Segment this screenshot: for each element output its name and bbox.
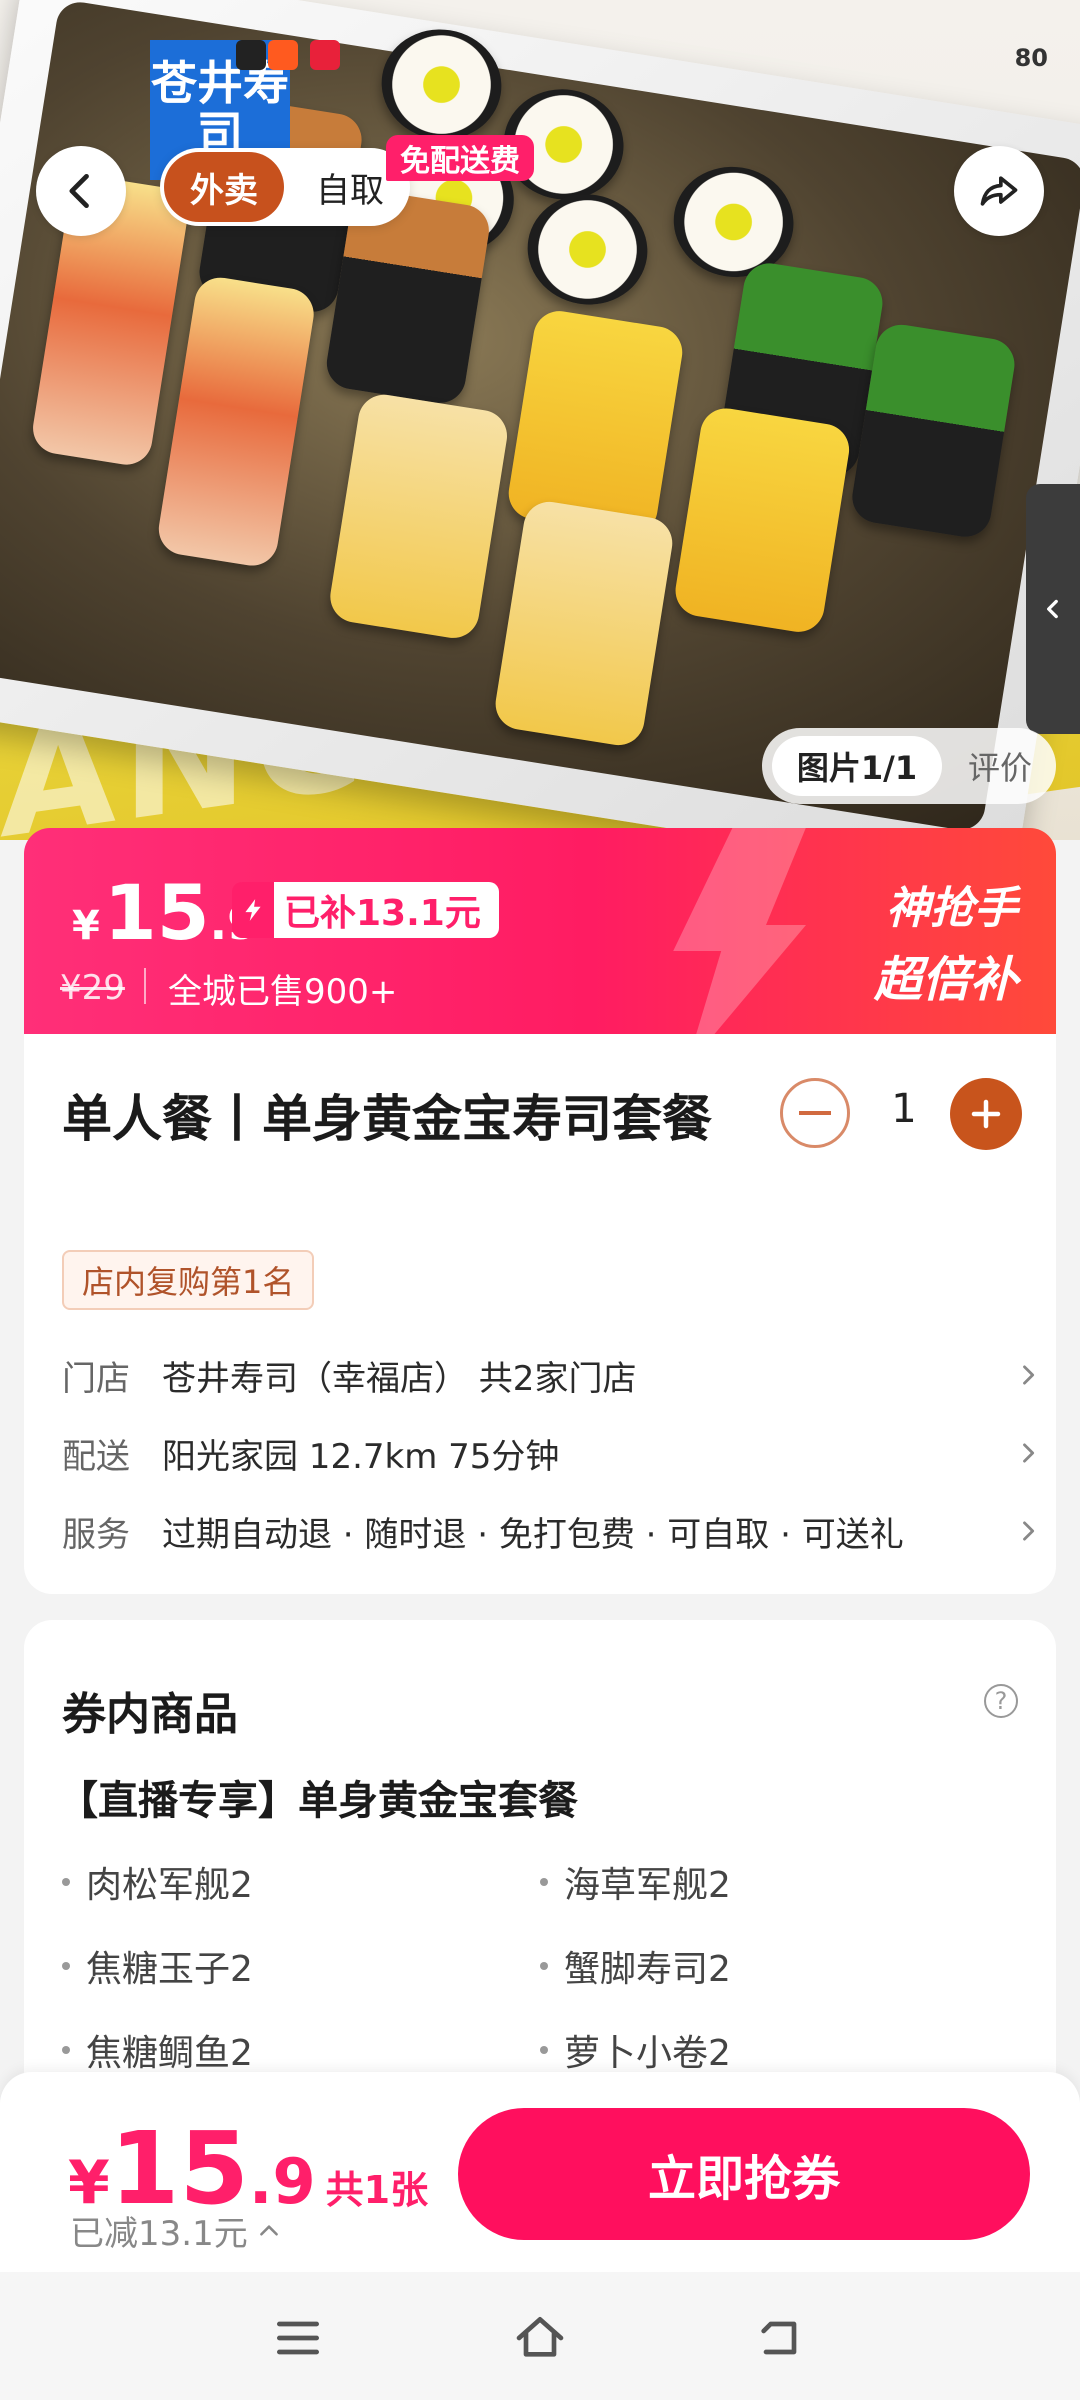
coupon-count: 共1张 (325, 2168, 429, 2212)
home-icon (516, 2317, 564, 2357)
quantity-value: 1 (891, 1086, 917, 1132)
bolt-icon (232, 882, 274, 938)
store-row[interactable]: 门店 苍井寿司（幸福店） 共2家门店 (62, 1340, 1042, 1410)
free-delivery-badge: 免配送费 (386, 135, 534, 181)
back-icon (69, 173, 89, 209)
bolt-decoration (673, 828, 814, 1034)
chevron-right-icon (1012, 1361, 1042, 1389)
battery-level: 80 (1014, 44, 1048, 72)
back-button[interactable] (36, 146, 126, 236)
subsidy-badge: 已补13.1元 (232, 882, 499, 938)
chevron-right-icon (1012, 1517, 1042, 1545)
coupon-items-title: 券内商品 (62, 1689, 238, 1740)
promo-label-line2: 超倍补 (873, 952, 1018, 1008)
subsidy-text: 已补13.1元 (284, 893, 481, 934)
product-image[interactable]: ANC US 苍井寿司 80 外卖 自取 免配送费 (0, 0, 1080, 840)
promo-label-line1: 神抢手 (886, 883, 1018, 934)
delivery-row-value: 阳光家园 12.7km 75分钟 (162, 1436, 560, 1477)
service-row-label: 服务 (62, 1514, 130, 1555)
help-icon[interactable]: ? (984, 1684, 1018, 1718)
chevron-right-icon (1012, 1439, 1042, 1467)
chevron-up-icon (259, 2224, 278, 2236)
service-row-value: 过期自动退 · 随时退 · 免打包费 · 可自取 · 可送礼 (162, 1514, 904, 1555)
product-title: 单人餐丨单身黄金宝寿司套餐 (62, 1090, 712, 1148)
delivery-row-label: 配送 (62, 1436, 130, 1477)
list-item: 焦糖鲷鱼2 (62, 2024, 253, 2076)
delivery-mode-switch: 外卖 自取 (160, 148, 410, 226)
list-item: 蟹脚寿司2 (540, 1940, 731, 1992)
store-logo-text: 苍井寿司 (151, 56, 289, 160)
side-collapse-tab[interactable] (1026, 484, 1080, 734)
list-item: 肉松军舰2 (62, 1856, 253, 1908)
tab-images[interactable]: 图片1/1 (772, 736, 942, 796)
quantity-minus-button[interactable] (780, 1078, 850, 1148)
share-button[interactable] (954, 146, 1044, 236)
mode-delivery[interactable]: 外卖 (164, 152, 284, 222)
purchase-bar: ¥ 15 .9 共1张 已减13.1元 立即抢券 (0, 2072, 1080, 2272)
plus-icon (971, 1099, 1001, 1129)
store-row-value: 苍井寿司（幸福店） 共2家门店 (162, 1358, 637, 1399)
chevron-left-icon (1047, 599, 1058, 619)
divider (144, 968, 146, 1004)
back-nav-button[interactable] (750, 2308, 810, 2368)
list-item: 焦糖玉子2 (62, 1940, 253, 1992)
app-icon-3 (310, 40, 340, 70)
app-icon-2 (268, 40, 298, 70)
minus-icon (799, 1111, 831, 1115)
sold-count: 全城已售900+ (168, 972, 398, 1012)
promo-banner: ¥ 15 .9 已补13.1元 ¥29 全城已售900+ 神抢手 超倍补 (24, 828, 1056, 1034)
system-nav-bar (0, 2272, 1080, 2400)
tab-reviews[interactable]: 评价 (952, 736, 1048, 796)
promo-price-int: 15 (103, 868, 210, 957)
mode-pickup[interactable]: 自取 (300, 152, 400, 222)
app-icon-1 (236, 40, 266, 70)
buy-now-button[interactable]: 立即抢券 (458, 2108, 1030, 2240)
reduced-amount: 已减13.1元 (70, 2214, 248, 2254)
reduced-amount-toggle[interactable]: 已减13.1元 (70, 2206, 282, 2255)
menu-button[interactable] (268, 2308, 328, 2368)
rank-tag: 店内复购第1名 (62, 1250, 315, 1310)
store-row-label: 门店 (62, 1358, 130, 1399)
quantity-plus-button[interactable] (950, 1078, 1022, 1150)
list-item: 萝卜小卷2 (540, 2024, 731, 2076)
delivery-row[interactable]: 配送 阳光家园 12.7km 75分钟 (62, 1418, 1042, 1488)
promo-currency: ¥ (72, 903, 100, 949)
menu-icon (277, 2321, 319, 2355)
home-button[interactable] (510, 2308, 570, 2368)
set-name: 【直播专享】单身黄金宝套餐 (58, 1778, 578, 1824)
original-price: ¥29 (60, 968, 125, 1008)
list-item: 海草军舰2 (540, 1856, 731, 1908)
image-tabs: 图片1/1 评价 (762, 728, 1056, 804)
service-row[interactable]: 服务 过期自动退 · 随时退 · 免打包费 · 可自取 · 可送礼 (62, 1496, 1042, 1566)
return-icon (761, 2321, 797, 2355)
share-icon (980, 176, 1018, 206)
product-info-card: 单人餐丨单身黄金宝寿司套餐 1 店内复购第1名 门店 苍井寿司（幸福店） 共2家… (24, 1034, 1056, 1594)
